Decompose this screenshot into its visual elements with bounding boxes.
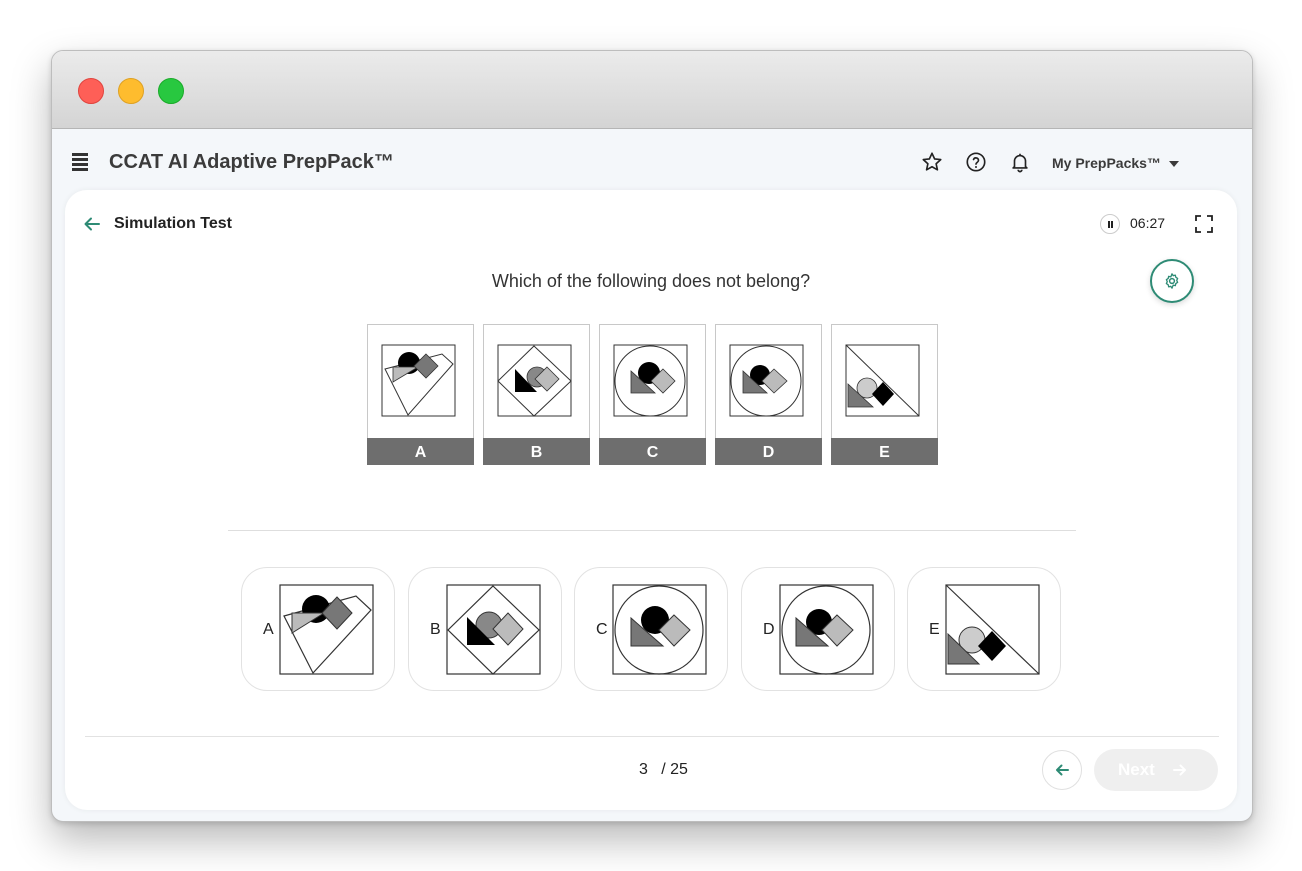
figure-label: A — [367, 438, 474, 465]
question-text: Which of the following does not belong? — [491, 271, 811, 291]
next-label: Next — [1118, 760, 1155, 779]
total-questions: / 25 — [661, 761, 688, 778]
divider — [85, 736, 1219, 737]
option-label: C — [596, 621, 608, 638]
star-icon[interactable] — [921, 151, 943, 173]
next-button[interactable]: Next — [1094, 749, 1218, 791]
minimize-window-button[interactable] — [118, 78, 144, 104]
figure-label: C — [599, 438, 706, 465]
option-label: B — [430, 621, 441, 638]
answer-option-a[interactable]: A — [241, 567, 395, 691]
fullscreen-icon[interactable] — [1195, 215, 1213, 233]
figure-label: E — [831, 438, 938, 465]
test-title: Simulation Test — [114, 215, 232, 232]
question-counter: 3 / 25 — [639, 761, 688, 779]
question-figure-b: B — [483, 324, 590, 465]
figure-label: D — [715, 438, 822, 465]
arrow-left-icon[interactable] — [83, 215, 101, 233]
bell-icon[interactable] — [1009, 151, 1031, 173]
timer: 06:27 — [1130, 215, 1166, 231]
pause-icon[interactable] — [1100, 214, 1120, 234]
my-preppacks-label: My PrepPacks™ — [1052, 155, 1161, 171]
arrow-right-icon — [1173, 764, 1186, 776]
app-title: CCAT AI Adaptive PrepPack™ — [109, 151, 394, 173]
question-figure-e: E — [831, 324, 938, 465]
close-window-button[interactable] — [78, 78, 104, 104]
option-label: D — [763, 621, 775, 638]
help-icon[interactable] — [965, 151, 987, 173]
maximize-window-button[interactable] — [158, 78, 184, 104]
previous-button[interactable] — [1042, 750, 1082, 790]
question-figure-a: A — [367, 324, 474, 465]
arrow-left-icon — [1056, 764, 1069, 776]
browser-window: CCAT AI Adaptive PrepPack™ My PrepPacks™… — [51, 50, 1253, 822]
menu-icon[interactable] — [72, 153, 88, 171]
divider — [228, 530, 1076, 531]
option-label: A — [263, 621, 274, 638]
option-label: E — [929, 621, 940, 638]
question-figure-d: D — [715, 324, 822, 465]
app-header: CCAT AI Adaptive PrepPack™ My PrepPacks™ — [52, 129, 1252, 191]
answer-option-d[interactable]: D — [741, 567, 895, 691]
answer-option-c[interactable]: C — [574, 567, 728, 691]
figure-label: B — [483, 438, 590, 465]
test-card: Simulation Test 06:27 Which of the follo… — [65, 190, 1237, 810]
answer-option-b[interactable]: B — [408, 567, 562, 691]
answer-option-e[interactable]: E — [907, 567, 1061, 691]
my-preppacks-dropdown[interactable]: My PrepPacks™ — [1052, 155, 1179, 171]
window-titlebar — [52, 51, 1252, 129]
chevron-down-icon — [1168, 161, 1179, 168]
question-figure-c: C — [599, 324, 706, 465]
current-question: 3 — [639, 761, 648, 778]
